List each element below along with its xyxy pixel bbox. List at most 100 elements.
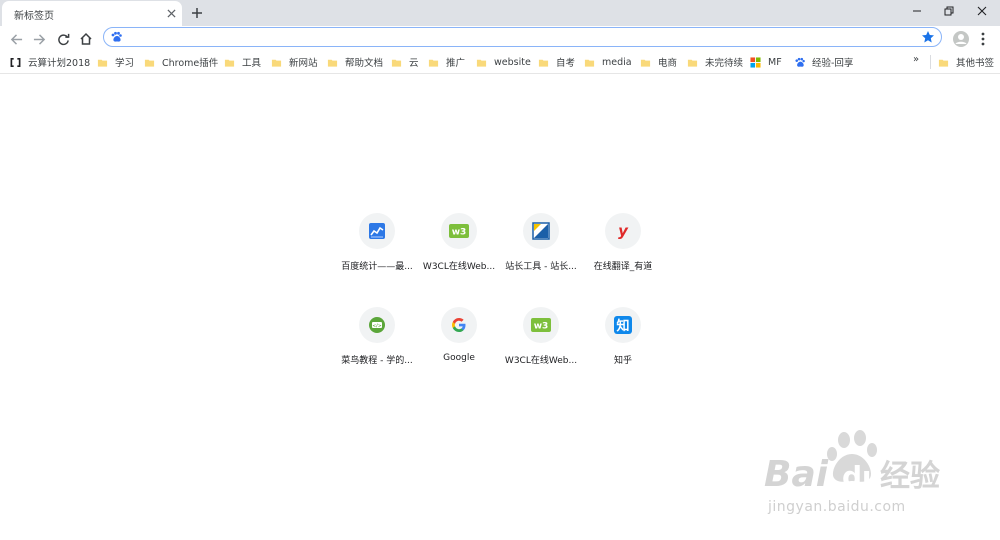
shortcut-title: 百度统计——最... <box>341 262 413 272</box>
shortcut-title: 菜鸟教程 - 学的... <box>341 356 413 366</box>
folder-icon <box>687 59 698 67</box>
svg-text:y: y <box>618 223 629 239</box>
w3c-icon: w3 <box>449 224 469 238</box>
watermark-brand: Bai <box>764 454 829 495</box>
bookmarks-bar: 云算计划2018 学习 Chrome插件 工具 新网站 帮助文档 云 推广 we… <box>0 51 1000 74</box>
bookmark-folder[interactable]: 电商 <box>640 54 677 70</box>
bookmark-folder[interactable]: 新网站 <box>271 54 318 70</box>
shortcut-tile[interactable]: y 在线翻译_有道 <box>582 213 664 283</box>
svg-text:w3: w3 <box>452 228 467 238</box>
bookmark-label: 经验-回享 <box>812 58 854 69</box>
bookmark-folder[interactable]: 推广 <box>428 54 465 70</box>
reload-icon[interactable] <box>53 29 73 49</box>
watermark-url: jingyan.baidu.com <box>768 499 906 515</box>
folder-icon <box>640 59 651 67</box>
watermark-jingyan: 经验 <box>880 459 940 494</box>
home-icon[interactable] <box>76 29 96 49</box>
bookmark-item[interactable]: MF <box>750 54 782 70</box>
bookmark-folder[interactable]: 学习 <box>97 54 134 70</box>
other-bookmarks-folder[interactable]: 其他书签 <box>938 54 994 70</box>
bookmark-label: 未完待续 <box>705 58 744 69</box>
close-window-icon[interactable] <box>965 0 999 22</box>
zhihu-icon: 知 <box>614 316 632 334</box>
shortcut-tile[interactable]: </> 菜鸟教程 - 学的... <box>336 307 418 377</box>
back-arrow-icon[interactable] <box>6 29 26 49</box>
w3c-icon: w3 <box>531 318 551 332</box>
folder-icon <box>428 59 439 67</box>
bookmark-folder[interactable]: 未完待续 <box>687 54 743 70</box>
watermark-brand-du: du <box>842 460 882 493</box>
more-menu-icon[interactable] <box>975 30 991 48</box>
shortcut-tile[interactable]: w3 W3CL在线Web... <box>418 213 500 283</box>
microsoft-icon <box>750 56 761 68</box>
folder-icon <box>271 59 282 67</box>
bookmarks-separator <box>930 55 931 69</box>
bookmark-star-icon[interactable] <box>921 30 935 44</box>
bookmark-label: 自考 <box>556 58 576 69</box>
forward-arrow-icon[interactable] <box>29 29 49 49</box>
shortcut-title: W3CL在线Web... <box>422 262 496 272</box>
bookmark-folder[interactable]: Chrome插件 <box>144 54 218 70</box>
shortcut-title: 站长工具 - 站长... <box>505 262 577 272</box>
address-bar[interactable] <box>103 27 942 47</box>
bookmark-label: 推广 <box>446 58 466 69</box>
bookmark-label: 电商 <box>658 58 678 69</box>
bookmark-label: MF <box>768 56 782 68</box>
bookmark-folder[interactable]: 工具 <box>224 54 261 70</box>
svg-text:</>: </> <box>372 323 381 329</box>
bookmark-folder[interactable]: 自考 <box>538 54 575 70</box>
folder-icon <box>97 59 108 67</box>
folder-icon <box>584 59 595 67</box>
tab-close-icon[interactable] <box>164 6 178 20</box>
shortcut-tile[interactable]: Google <box>418 307 500 377</box>
baidu-paw-icon <box>111 31 122 42</box>
new-tab-plus-icon[interactable] <box>188 4 206 22</box>
shortcut-title: Google <box>443 353 475 363</box>
folder-icon <box>391 59 402 67</box>
google-icon <box>452 318 466 332</box>
folder-icon <box>327 59 338 67</box>
shortcut-tile[interactable]: 知 知乎 <box>582 307 664 377</box>
tab-title: 新标签页 <box>14 11 54 22</box>
folder-icon <box>144 59 155 67</box>
profile-avatar-icon[interactable] <box>952 30 970 48</box>
shortcut-tile[interactable]: 站长工具 - 站长... <box>500 213 582 283</box>
bookmark-label: website <box>494 56 531 68</box>
youdao-icon: y <box>618 223 629 239</box>
toolbar <box>0 26 1000 51</box>
bookmark-item[interactable]: 云算计划2018 <box>10 54 90 70</box>
runoob-icon: </> <box>369 317 385 333</box>
svg-text:知: 知 <box>616 318 629 334</box>
address-input[interactable] <box>128 29 922 46</box>
shortcut-tile[interactable]: 百度统计——最... <box>336 213 418 283</box>
minimize-icon[interactable] <box>900 0 934 22</box>
shortcut-title: W3CL在线Web... <box>504 356 578 366</box>
bookmark-folder[interactable]: media <box>584 54 632 70</box>
bookmark-label: 学习 <box>115 58 135 69</box>
bookmark-item[interactable]: 经验-回享 <box>794 54 853 70</box>
bookmark-label: media <box>602 56 632 68</box>
baidu-paw-icon <box>795 57 805 67</box>
svg-text:w3: w3 <box>534 322 549 332</box>
chinaz-icon <box>532 222 550 240</box>
bookmark-folder[interactable]: 帮助文档 <box>327 54 383 70</box>
shortcut-tile[interactable]: w3 W3CL在线Web... <box>500 307 582 377</box>
baidu-tongji-icon <box>369 223 385 239</box>
bookmark-label: 工具 <box>242 58 262 69</box>
shortcut-title: 在线翻译_有道 <box>593 262 653 272</box>
bookmark-label: 帮助文档 <box>345 58 384 69</box>
bookmark-folder[interactable]: website <box>476 54 531 70</box>
restore-icon[interactable] <box>932 0 966 22</box>
bookmark-label: 云 <box>409 58 419 69</box>
bookmarks-overflow-chevron-icon[interactable]: » <box>913 54 919 70</box>
bookmark-label: 其他书签 <box>956 58 995 69</box>
folder-icon <box>224 59 235 67</box>
tab-new-tab[interactable]: 新标签页 <box>2 1 182 26</box>
bookmark-label: 云算计划2018 <box>28 58 91 69</box>
bookmark-label: 新网站 <box>289 58 318 69</box>
bookmark-label: Chrome插件 <box>162 58 219 69</box>
cloud-code-icon <box>10 57 21 67</box>
tab-strip: 新标签页 <box>0 0 1000 26</box>
bookmark-folder[interactable]: 云 <box>391 54 419 70</box>
folder-icon <box>476 59 487 67</box>
